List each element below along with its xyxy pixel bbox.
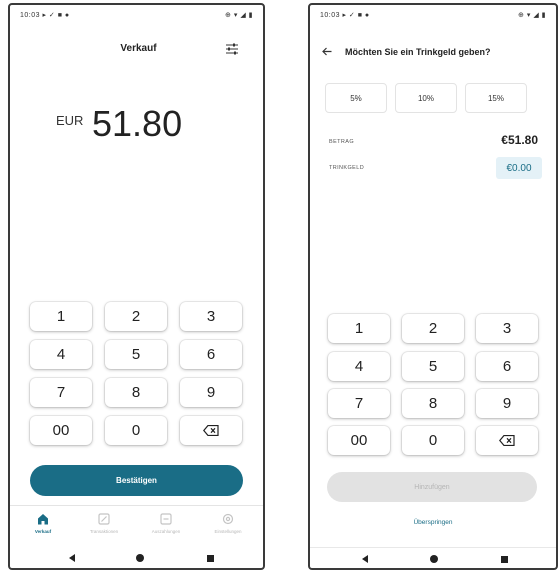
- key-8[interactable]: 8: [105, 378, 167, 407]
- confirm-button[interactable]: Bestätigen: [30, 465, 243, 496]
- arrow-left-icon: [322, 47, 332, 55]
- tip-screen: 10:03 ▸ ✓ ■ ● ⊕ ▾ ◢ ▮ Möchten Sie ein Tr…: [308, 3, 558, 570]
- key-6[interactable]: 6: [180, 340, 242, 369]
- key-3[interactable]: 3: [180, 302, 242, 331]
- tip-amount-field[interactable]: €0.00: [496, 157, 542, 179]
- filter-settings-button[interactable]: [222, 40, 242, 58]
- tip-option-15[interactable]: 15%: [465, 83, 527, 113]
- system-navigation-bar: [310, 547, 556, 567]
- tip-option-5[interactable]: 5%: [325, 83, 387, 113]
- triangle-back-icon: [69, 554, 75, 562]
- nav-label-settings: Einstellungen: [214, 529, 242, 534]
- amount-value: €51.80: [501, 133, 538, 147]
- transactions-icon: [98, 513, 110, 525]
- nav-label-payouts: Auszahlungen: [151, 529, 181, 534]
- key-0[interactable]: 0: [105, 416, 167, 445]
- key-2[interactable]: 2: [105, 302, 167, 331]
- system-back-button[interactable]: [358, 552, 372, 566]
- circle-home-icon: [136, 554, 144, 562]
- bottom-navigation: Verkauf Transaktionen Auszahlungen Einst…: [10, 505, 263, 545]
- home-icon: [38, 514, 48, 525]
- key-6[interactable]: 6: [476, 352, 538, 381]
- key-00[interactable]: 00: [30, 416, 92, 445]
- amount-currency: EUR: [56, 113, 84, 128]
- tip-option-10[interactable]: 10%: [395, 83, 457, 113]
- system-home-button[interactable]: [133, 551, 147, 565]
- square-recents-icon: [206, 554, 214, 562]
- sliders-icon: [226, 43, 238, 55]
- tip-label: TRINKGELD: [329, 165, 365, 171]
- amount-display: EUR 51.80: [48, 103, 248, 153]
- status-bar-time: 10:03 ▸ ✓ ■ ●: [20, 12, 70, 19]
- key-5[interactable]: 5: [105, 340, 167, 369]
- key-1[interactable]: 1: [30, 302, 92, 331]
- square-recents-icon: [500, 555, 508, 563]
- key-4[interactable]: 4: [328, 352, 390, 381]
- nav-label-sale: Verkauf: [34, 529, 52, 534]
- key-1[interactable]: 1: [328, 314, 390, 343]
- payouts-icon: [160, 513, 172, 525]
- key-00[interactable]: 00: [328, 426, 390, 455]
- sale-screen: 10:03 ▸ ✓ ■ ● ⊕ ▾ ◢ ▮ Verkauf EUR 51.80 …: [8, 3, 265, 570]
- system-recents-button[interactable]: [497, 552, 511, 566]
- status-bar-time: 10:03 ▸ ✓ ■ ●: [320, 12, 370, 19]
- nav-item-transactions[interactable]: Transaktionen: [74, 512, 134, 544]
- status-bar-icons: ⊕ ▾ ◢ ▮: [518, 12, 546, 19]
- system-home-button[interactable]: [427, 552, 441, 566]
- key-3[interactable]: 3: [476, 314, 538, 343]
- backspace-key[interactable]: [180, 416, 242, 445]
- system-back-button[interactable]: [65, 551, 79, 565]
- nav-item-sale[interactable]: Verkauf: [13, 512, 73, 544]
- amount-label: BETRAG: [329, 139, 355, 145]
- triangle-back-icon: [362, 555, 368, 563]
- key-7[interactable]: 7: [328, 389, 390, 418]
- nav-item-settings[interactable]: Einstellungen: [198, 512, 258, 544]
- backspace-icon: [203, 425, 219, 436]
- key-9[interactable]: 9: [180, 378, 242, 407]
- back-button[interactable]: [318, 43, 336, 59]
- key-0[interactable]: 0: [402, 426, 464, 455]
- status-bar-icons: ⊕ ▾ ◢ ▮: [225, 12, 253, 19]
- page-title: Möchten Sie ein Trinkgeld geben?: [345, 47, 491, 57]
- system-recents-button[interactable]: [203, 551, 217, 565]
- status-bar: 10:03 ▸ ✓ ■ ● ⊕ ▾ ◢ ▮: [20, 11, 253, 23]
- add-tip-button[interactable]: Hinzufügen: [327, 472, 537, 502]
- system-navigation-bar: [10, 547, 263, 567]
- settings-icon: [222, 513, 234, 525]
- key-9[interactable]: 9: [476, 389, 538, 418]
- amount-value: 51.80: [92, 103, 183, 144]
- key-7[interactable]: 7: [30, 378, 92, 407]
- key-4[interactable]: 4: [30, 340, 92, 369]
- backspace-icon: [499, 435, 515, 446]
- nav-item-payouts[interactable]: Auszahlungen: [136, 512, 196, 544]
- nav-label-transactions: Transaktionen: [89, 529, 119, 534]
- key-5[interactable]: 5: [402, 352, 464, 381]
- key-8[interactable]: 8: [402, 389, 464, 418]
- backspace-key[interactable]: [476, 426, 538, 455]
- skip-link[interactable]: Überspringen: [310, 519, 556, 526]
- key-2[interactable]: 2: [402, 314, 464, 343]
- circle-home-icon: [430, 555, 438, 563]
- status-bar: 10:03 ▸ ✓ ■ ● ⊕ ▾ ◢ ▮: [320, 11, 546, 23]
